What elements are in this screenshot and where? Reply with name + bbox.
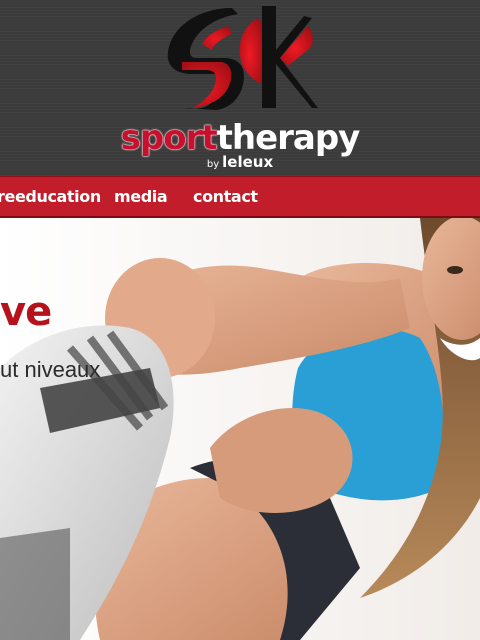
sk-logo-icon[interactable]: [162, 4, 318, 112]
nav-item-reeducation[interactable]: reeducation: [0, 187, 101, 207]
hero-subtitle: ut niveaux: [0, 357, 101, 382]
brand-byline: by leleux: [0, 153, 480, 174]
hero-banner: ve ut niveaux: [0, 218, 480, 640]
byline-by: by: [206, 159, 220, 170]
wordmark-therapy: therapy: [216, 118, 361, 158]
nav-item-media[interactable]: media: [114, 187, 168, 207]
byline-name: leleux: [222, 153, 274, 171]
nav-item-contact[interactable]: contact: [193, 187, 258, 207]
hero-image: [0, 218, 480, 640]
hero-title: ve: [0, 289, 52, 335]
brand-wordmark[interactable]: sporttherapy: [0, 118, 480, 158]
wordmark-sport: sport: [120, 118, 218, 158]
main-nav: reeducation media contact: [0, 176, 480, 218]
site-header: sporttherapy by leleux: [0, 0, 480, 176]
